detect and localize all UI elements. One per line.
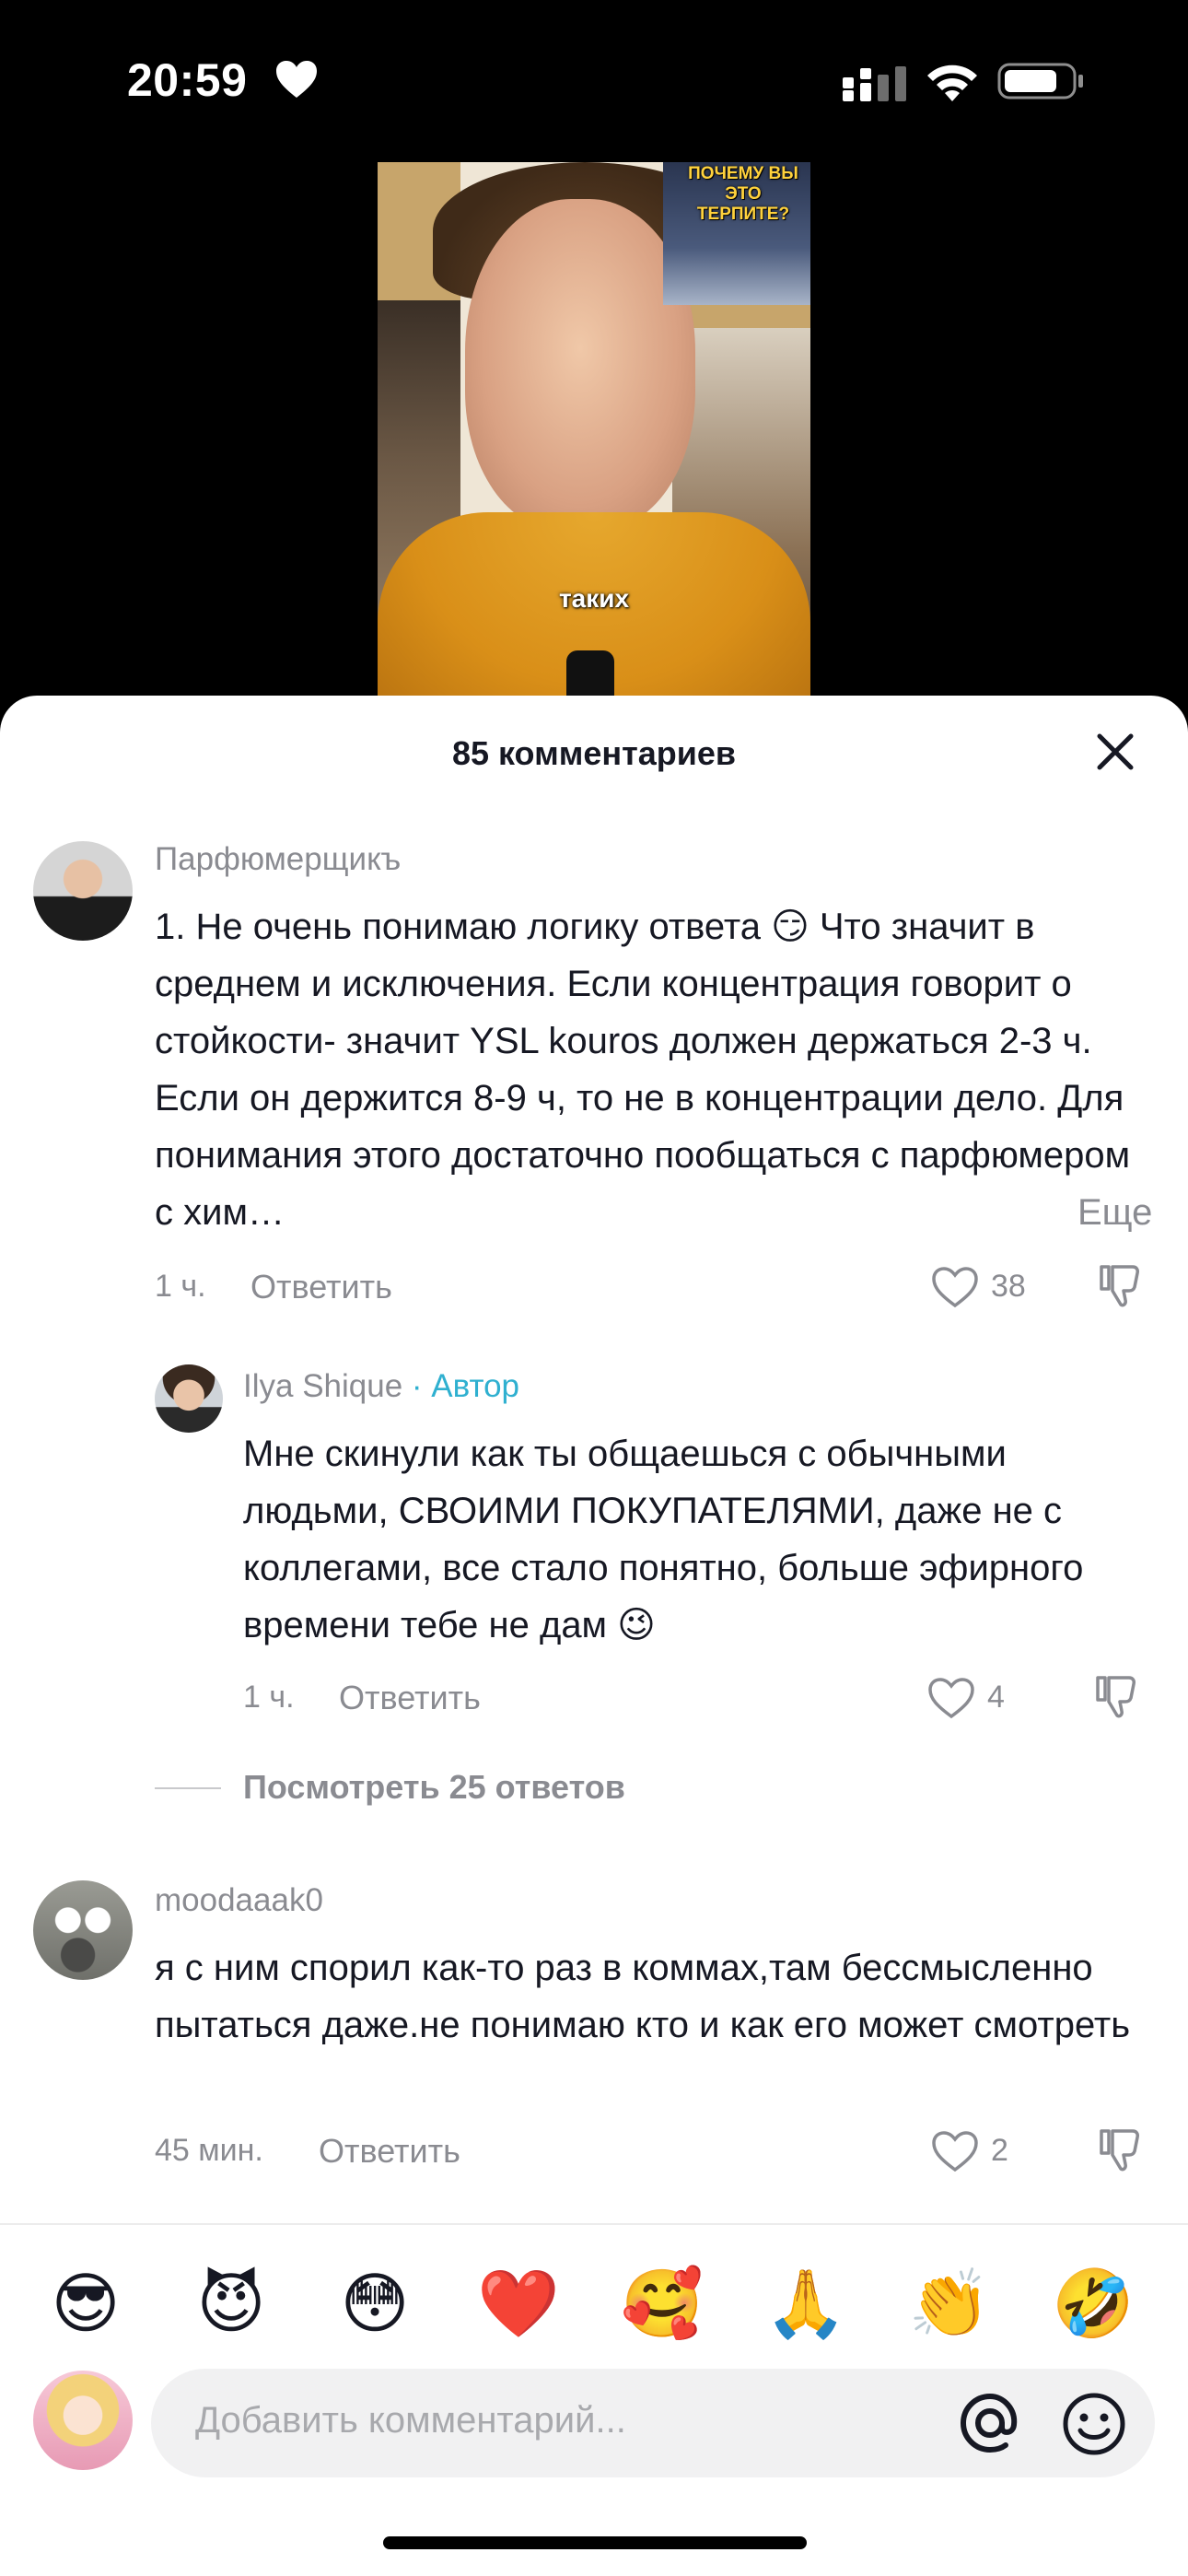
- comment-text: 1. Не очень понимаю логику ответа 😏 Что …: [155, 898, 1149, 1241]
- comments-sheet: 85 комментариев Парфюмерщикъ 1. Не очень…: [0, 696, 1188, 2576]
- username-text: Ilya Shique: [243, 1368, 403, 1404]
- emoji-clapping-button[interactable]: 👏: [908, 2262, 991, 2345]
- microphone: [566, 650, 614, 697]
- comment-text: Мне скинули как ты общаешься с обычными …: [243, 1434, 1084, 1645]
- like-count: 2: [991, 2133, 1008, 2168]
- avatar[interactable]: [155, 1364, 223, 1433]
- thumbs-down-icon[interactable]: [1092, 1672, 1142, 1722]
- reply-button[interactable]: Ответить: [250, 1268, 392, 1306]
- close-icon[interactable]: [1092, 729, 1138, 775]
- comments-title: 85 комментариев: [451, 734, 737, 772]
- heart-icon[interactable]: [926, 1676, 976, 1720]
- emoji-flushed-button[interactable]: 😳: [333, 2262, 416, 2345]
- wifi-icon: [927, 64, 977, 101]
- emoji-smiling-hearts-button[interactable]: 🥰: [621, 2262, 704, 2345]
- author-badge: · Автор: [411, 1368, 520, 1404]
- emoji-sunglasses-button[interactable]: 😎: [44, 2262, 127, 2345]
- comment-time: 1 ч.: [155, 1269, 206, 1304]
- emoji-rofl-button[interactable]: 🤣: [1052, 2262, 1135, 2345]
- emoji-folded-hands-button[interactable]: 🙏: [764, 2262, 847, 2345]
- video-person-face: [465, 199, 695, 531]
- heart-icon[interactable]: [930, 2129, 980, 2173]
- thumbs-down-icon[interactable]: [1096, 1261, 1146, 1311]
- comment-body: 1. Не очень понимаю логику ответа 😏 Что …: [155, 907, 1131, 1233]
- emoji-devil-button[interactable]: 😈: [190, 2262, 273, 2345]
- see-more-link[interactable]: Еще: [1077, 1184, 1152, 1241]
- comment-username[interactable]: Ilya Shique · Автор: [243, 1368, 519, 1405]
- comment-username[interactable]: moodaaak0: [155, 1882, 323, 1919]
- video-player[interactable]: ПОЧЕМУ ВЫ ЭТО ТЕРПИТЕ? таких: [378, 162, 810, 697]
- emoji-heart-button[interactable]: ❤️: [477, 2262, 560, 2345]
- battery-icon: [997, 63, 1083, 100]
- cellular-signal-icon: [843, 66, 906, 101]
- user-avatar: [33, 2371, 133, 2470]
- comment-text: я с ним спорил как-то раз в коммах,там б…: [155, 1948, 1131, 2045]
- comment-username[interactable]: Парфюмерщикъ: [155, 841, 401, 878]
- video-inset-text: ПОЧЕМУ ВЫ ЭТО ТЕРПИТЕ?: [688, 164, 798, 224]
- divider: [155, 1787, 221, 1789]
- video-caption: таких: [558, 584, 630, 613]
- heart-icon[interactable]: [930, 1265, 980, 1309]
- thumbs-down-icon[interactable]: [1096, 2125, 1146, 2175]
- comment-input[interactable]: Добавить комментарий...: [151, 2369, 1155, 2477]
- comment-time: 45 мин.: [155, 2133, 263, 2168]
- mention-icon[interactable]: [958, 2391, 1022, 2455]
- like-count: 4: [987, 1680, 1005, 1715]
- status-time: 20:59: [127, 54, 248, 106]
- divider: [0, 2223, 1188, 2225]
- comment-input-placeholder: Добавить комментарий...: [195, 2400, 626, 2441]
- view-replies-button[interactable]: Посмотреть 25 ответов: [243, 1768, 625, 1807]
- emoji-picker-icon[interactable]: [1061, 2391, 1127, 2457]
- comment-time: 1 ч.: [243, 1680, 295, 1715]
- home-indicator: [383, 2536, 807, 2549]
- reply-button[interactable]: Ответить: [319, 2132, 460, 2171]
- reply-button[interactable]: Ответить: [339, 1679, 481, 1717]
- heart-icon: [276, 61, 317, 98]
- avatar[interactable]: [33, 1880, 133, 1980]
- status-bar: 20:59: [0, 0, 1188, 147]
- avatar[interactable]: [33, 841, 133, 941]
- like-count: 38: [991, 1269, 1026, 1304]
